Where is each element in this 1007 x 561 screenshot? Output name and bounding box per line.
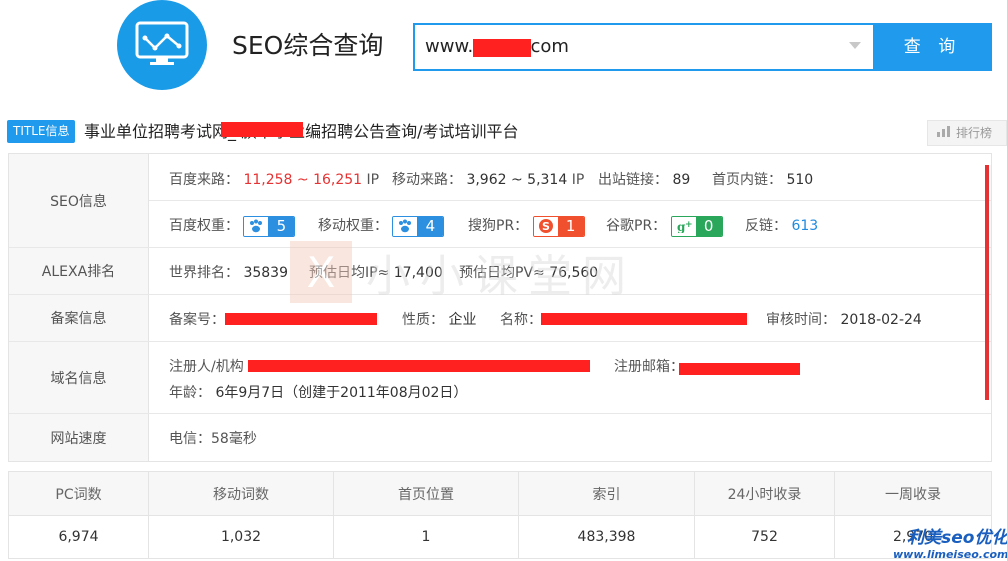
redaction-mark — [473, 39, 531, 57]
stats-value-cell: 1 — [334, 516, 519, 558]
row-label: 域名信息 — [9, 342, 149, 413]
stats-header-row: PC词数 移动词数 首页位置 索引 24小时收录 一周收录 — [9, 472, 991, 516]
speed-row: 网站速度 电信：58毫秒 — [9, 414, 991, 461]
row-label: 备案信息 — [9, 295, 149, 341]
inner-links-value[interactable]: 510 — [786, 172, 813, 188]
redaction-mark — [248, 360, 590, 372]
nature-value: 企业 — [448, 312, 477, 328]
paw-mobile-icon — [393, 216, 418, 236]
corner-watermark-title: 利美seo优化 — [907, 528, 1007, 548]
domain-row: 域名信息 注册人/机构 注册邮箱： 年龄： 6年9月7日（创建于2011年08月… — [9, 342, 991, 414]
mobile-weight-badge[interactable]: 4 — [392, 215, 445, 237]
scrollbar[interactable] — [985, 165, 989, 400]
corner-watermark-url: www.limeiseo.com — [893, 548, 1007, 561]
outbound-links-value[interactable]: 89 — [672, 172, 690, 188]
stats-value-cell[interactable]: 1,032 — [149, 516, 334, 558]
ranking-button[interactable]: 排行榜 — [927, 120, 1007, 146]
daily-pv-value: 76,560 — [549, 265, 599, 281]
keyword-stats-table: PC词数 移动词数 首页位置 索引 24小时收录 一周收录 6,974 1,03… — [8, 471, 992, 559]
domain-age-value: 6年9月7日（创建于2011年08月02日） — [215, 385, 468, 401]
corner-watermark: 利美seo优化 www.limeiseo.com — [893, 523, 1007, 561]
stats-value-cell[interactable]: 752 — [695, 516, 835, 558]
row-label: SEO信息 — [9, 154, 149, 247]
bar-chart-icon — [936, 121, 952, 145]
title-info-badge: TITLE信息 — [7, 120, 76, 143]
world-rank-value: 35839 — [243, 265, 288, 281]
redaction-mark — [225, 313, 377, 325]
ranking-button-label: 排行榜 — [956, 126, 993, 140]
speed-value: 电信：58毫秒 — [169, 431, 257, 447]
stats-value-cell[interactable]: 483,398 — [519, 516, 695, 558]
mobile-traffic-value: 3,962 ~ 5,314 — [466, 172, 568, 188]
seo-info-row: SEO信息 百度来路： 11,258 ~ 16,251 IP 移动来路： 3,9… — [9, 154, 991, 248]
seo-info-table: SEO信息 百度来路： 11,258 ~ 16,251 IP 移动来路： 3,9… — [8, 153, 992, 462]
redaction-mark — [541, 313, 747, 325]
chevron-down-icon[interactable] — [849, 42, 861, 49]
google-plus-icon: g + — [671, 216, 696, 236]
redaction-mark — [679, 363, 800, 375]
svg-text:S: S — [542, 220, 550, 233]
search-button[interactable]: 查 询 — [873, 23, 992, 71]
stats-header-cell: 索引 — [519, 472, 695, 515]
alexa-row: ALEXA排名 世界排名： 35839 预估日均IP≈ 17,400 预估日均P… — [9, 248, 991, 295]
stats-header-cell: 首页位置 — [334, 472, 519, 515]
baidu-weight-badge[interactable]: 5 — [243, 215, 296, 237]
review-date-value: 2018-02-24 — [840, 312, 922, 328]
search-box[interactable] — [413, 23, 873, 71]
stats-header-cell: PC词数 — [9, 472, 149, 515]
baidu-traffic-value: 11,258 ~ 16,251 — [243, 172, 363, 188]
stats-value-cell[interactable]: 6,974 — [9, 516, 149, 558]
sogou-pr-badge[interactable]: S 1 — [532, 215, 585, 237]
stats-header-cell: 24小时收录 — [695, 472, 835, 515]
google-pr-badge[interactable]: g + 0 — [670, 215, 723, 237]
svg-text:+: + — [685, 220, 693, 230]
backlinks-link[interactable]: 613 — [791, 218, 818, 234]
stats-value-row: 6,974 1,032 1 483,398 752 2,970 — [9, 516, 991, 558]
icp-row: 备案信息 备案号： 性质： 企业 名称： 审核时间： 2018-02-24 — [9, 295, 991, 342]
daily-ip-value: 17,400 — [393, 265, 443, 281]
stats-header-cell: 一周收录 — [885, 486, 941, 503]
redaction-mark — [221, 122, 303, 137]
stats-header-cell: 移动词数 — [149, 472, 334, 515]
row-label: 网站速度 — [9, 414, 149, 461]
seo-logo-icon — [117, 0, 207, 90]
page-title: SEO综合查询 — [232, 31, 384, 60]
row-label: ALEXA排名 — [9, 248, 149, 294]
sogou-icon: S — [533, 216, 558, 236]
paw-icon — [244, 216, 269, 236]
